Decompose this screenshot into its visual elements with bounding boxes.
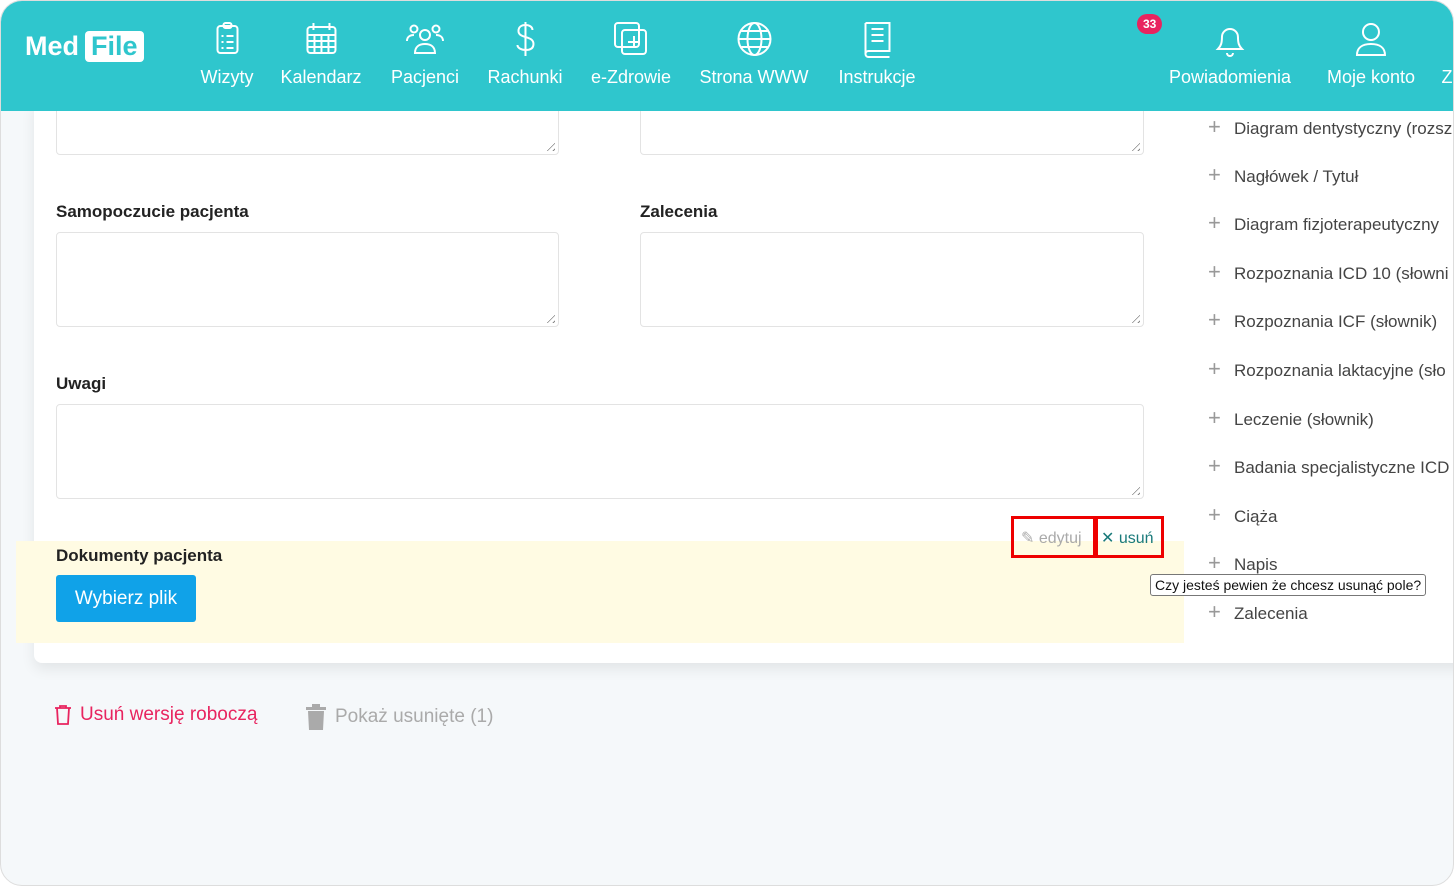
nav-e-zdrowie[interactable]: e-Zdrowie [591, 1, 671, 88]
field-type-item[interactable]: + Diagram fizjoterapeutyczny [1208, 210, 1439, 236]
field-type-item[interactable]: + Zalecenia [1208, 599, 1308, 625]
field-type-item[interactable]: + Badania specjalistyczne ICD [1208, 453, 1449, 479]
nav-kalendarz[interactable]: Kalendarz [280, 1, 362, 88]
plus-icon: + [1208, 502, 1221, 527]
field-type-item[interactable]: + Rozpoznania laktacyjne (sło [1208, 356, 1446, 382]
trash-icon [55, 705, 71, 725]
nav-label: Wizyty [200, 67, 254, 87]
bell-icon [1215, 28, 1245, 57]
field-type-label: Napis [1234, 555, 1278, 574]
delete-tooltip: Czy jesteś pewien że chcesz usunąć pole? [1150, 574, 1427, 596]
field-type-item[interactable]: + Rozpoznania ICD 10 (słowni [1208, 259, 1449, 285]
nav-rachunki[interactable]: Rachunki [487, 1, 563, 88]
plus-icon: + [1208, 307, 1221, 332]
field-type-label: Zalecenia [1234, 604, 1308, 623]
delete-draft-button[interactable]: Usuń wersję roboczą [54, 704, 257, 726]
field-type-label: Diagram fizjoterapeutyczny [1234, 215, 1440, 234]
field-type-item[interactable]: + Rozpoznania ICF (słownik) [1208, 307, 1437, 333]
nav-label: Powiadomienia [1168, 67, 1292, 87]
field-type-item[interactable]: + Napis [1208, 550, 1277, 576]
nav-pacjenci[interactable]: Pacjenci [391, 1, 459, 88]
notes-textarea[interactable] [56, 404, 1144, 499]
plus-icon: + [1208, 114, 1221, 139]
close-icon: ✕ [1101, 530, 1115, 547]
user-icon [1355, 23, 1387, 56]
choose-file-button[interactable]: Wybierz plik [56, 575, 196, 622]
globe-icon [736, 22, 771, 56]
plus-icon: + [1208, 210, 1221, 235]
clipboard-list-icon [216, 22, 238, 54]
nav-powiadomienia[interactable]: 33 Powiadomienia [1136, 1, 1292, 88]
plus-icon: + [1208, 356, 1221, 381]
nav-label: Strona WWW [699, 67, 809, 87]
plus-icon: + [1208, 162, 1221, 187]
delete-label: usuń [1118, 530, 1154, 547]
nav-label: Rachunki [487, 67, 563, 87]
recommendations-textarea[interactable] [640, 232, 1144, 327]
app-window: Med File Wizyty Kalendarz Pacjenci Rachun… [0, 0, 1454, 886]
field-type-item[interactable]: + Ciąża [1208, 502, 1277, 528]
nav-label: e-Zdrowie [590, 67, 672, 87]
field-type-label: Leczenie (słownik) [1234, 410, 1374, 429]
notification-badge: 33 [1136, 14, 1163, 34]
field-type-item[interactable]: + Diagram dentystyczny (rozsz [1208, 114, 1452, 140]
nav-label: Instrukcje [838, 67, 916, 87]
documents-label: Dokumenty pacjenta [56, 546, 223, 565]
nav-instrukcje[interactable]: Instrukcje [838, 1, 916, 88]
field-type-label: Rozpoznania laktacyjne (sło [1234, 361, 1446, 380]
logo-text-file: File [85, 31, 144, 62]
nav-label: Kalendarz [280, 67, 362, 87]
users-icon [405, 24, 444, 54]
nav-more[interactable]: Z [1442, 59, 1453, 88]
wellbeing-textarea[interactable] [56, 232, 559, 327]
calendar-icon [306, 23, 336, 54]
field-type-item[interactable]: + Nagłówek / Tytuł [1208, 162, 1358, 188]
field-type-item[interactable]: + Leczenie (słownik) [1208, 405, 1374, 431]
recommendations-label: Zalecenia [640, 202, 718, 221]
dollar-icon [515, 22, 534, 56]
nav-label: Moje konto [1326, 67, 1416, 87]
wellbeing-label: Samopoczucie pacjenta [56, 202, 249, 221]
plus-icon: + [1208, 550, 1221, 575]
field-type-label: Diagram dentystyczny (rozsz [1234, 119, 1453, 138]
notes-label: Uwagi [56, 374, 107, 393]
nav-label: Pacjenci [390, 67, 460, 87]
plus-icon: + [1208, 405, 1221, 430]
field-type-label: Ciąża [1234, 507, 1278, 526]
field-type-label: Rozpoznania ICD 10 (słowni [1234, 264, 1449, 283]
field-type-label: Badania specjalistyczne ICD [1234, 458, 1450, 477]
edit-label: edytuj [1038, 530, 1082, 547]
nav-moje-konto[interactable]: Moje konto [1327, 1, 1415, 88]
logo[interactable]: Med File [25, 31, 144, 62]
plus-icon: + [1208, 599, 1221, 624]
field-type-label: Rozpoznania ICF (słownik) [1234, 312, 1438, 331]
field-type-label: Nagłówek / Tytuł [1234, 167, 1359, 186]
nav-label: Z [1441, 67, 1453, 87]
edit-button[interactable]: ✎ edytuj [1011, 516, 1096, 558]
logo-text: Med [25, 31, 79, 61]
nav-wizyty[interactable]: Wizyty [201, 1, 254, 88]
plus-icon: + [1208, 259, 1221, 284]
plus-icon: + [1208, 453, 1221, 478]
show-deleted-label: Pokaż usunięte (1) [335, 706, 494, 727]
medical-plus-icon [614, 22, 647, 55]
top-navigation: Med File Wizyty Kalendarz Pacjenci Rachun… [1, 1, 1453, 111]
nav-strona-www[interactable]: Strona WWW [699, 1, 809, 88]
trash-filled-icon [306, 704, 326, 730]
delete-button[interactable]: ✕ usuń [1095, 516, 1164, 558]
delete-draft-label: Usuń wersję roboczą [80, 704, 258, 725]
show-deleted-button[interactable]: Pokaż usunięte (1) [305, 704, 493, 730]
book-icon [864, 22, 890, 58]
pencil-icon: ✎ [1021, 530, 1035, 547]
